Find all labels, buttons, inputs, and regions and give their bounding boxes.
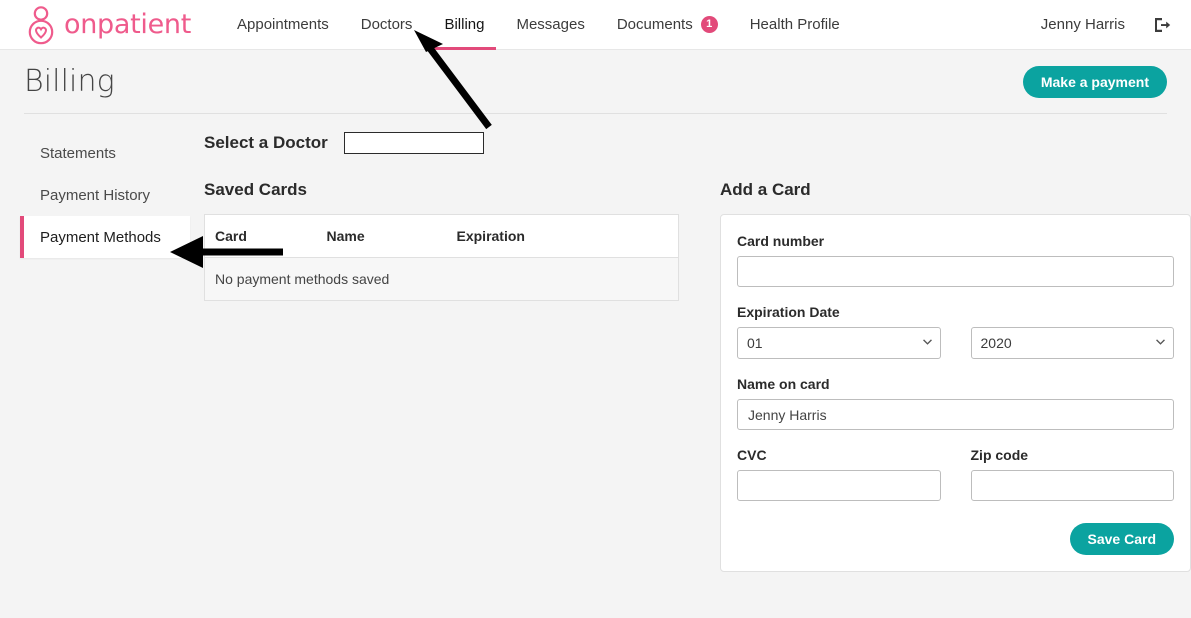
nav-item-appointments[interactable]: Appointments bbox=[221, 0, 345, 50]
table-row-empty: No payment methods saved bbox=[204, 257, 679, 301]
select-doctor-row: Select a Doctor bbox=[204, 132, 1191, 154]
saved-cards-title: Saved Cards bbox=[204, 180, 307, 199]
top-navbar: onpatient Appointments Doctors Billing M… bbox=[0, 0, 1191, 50]
column-header-expiration: Expiration bbox=[446, 214, 679, 258]
nav-item-billing[interactable]: Billing bbox=[428, 0, 500, 50]
sidebar-item-label: Payment Methods bbox=[40, 228, 161, 246]
nav-links: Appointments Doctors Billing Messages Do… bbox=[221, 0, 856, 50]
nav-item-documents[interactable]: Documents 1 bbox=[601, 0, 734, 50]
empty-state-message: No payment methods saved bbox=[204, 257, 679, 301]
expiration-date-label: Expiration Date bbox=[737, 304, 840, 320]
name-on-card-input[interactable] bbox=[737, 399, 1174, 430]
zip-code-label: Zip code bbox=[970, 447, 1029, 463]
zip-field-group: Zip code bbox=[970, 447, 1174, 501]
table-header-row: Card Name Expiration bbox=[204, 214, 679, 258]
sidebar-item-label: Statements bbox=[40, 144, 116, 162]
nav-label: Doctors bbox=[360, 16, 413, 33]
nav-label: Documents bbox=[616, 16, 693, 33]
user-name[interactable]: Jenny Harris bbox=[1041, 16, 1125, 33]
name-on-card-field-group: Name on card bbox=[737, 376, 1174, 430]
expiration-month-select[interactable]: 010203040506070809101112 bbox=[737, 327, 941, 359]
billing-columns: Saved Cards Card Name Expiration No paym… bbox=[204, 180, 1191, 572]
content-area: Statements Payment History Payment Metho… bbox=[0, 114, 1191, 572]
cvc-label: CVC bbox=[737, 447, 767, 463]
nav-label: Billing bbox=[444, 16, 485, 33]
sidebar-item-label: Payment History bbox=[40, 186, 151, 204]
expiration-field-group: Expiration Date 010203040506070809101112… bbox=[737, 304, 1174, 359]
save-card-button[interactable]: Save Card bbox=[1069, 523, 1174, 555]
sidebar-item-payment-history[interactable]: Payment History bbox=[20, 174, 190, 216]
add-card-title: Add a Card bbox=[720, 180, 811, 199]
select-doctor-label: Select a Doctor bbox=[204, 133, 328, 152]
saved-cards-column: Saved Cards Card Name Expiration No paym… bbox=[204, 180, 694, 572]
card-number-field-group: Card number bbox=[737, 233, 1174, 287]
billing-sidebar: Statements Payment History Payment Metho… bbox=[0, 132, 190, 572]
cvc-field-group: CVC bbox=[737, 447, 941, 501]
sidebar-item-payment-methods[interactable]: Payment Methods bbox=[20, 216, 190, 258]
make-payment-button[interactable]: Make a payment bbox=[1022, 65, 1167, 98]
zip-code-input[interactable] bbox=[970, 470, 1174, 501]
expiration-year-wrap: 2020202120222023202420252026202720282029… bbox=[970, 327, 1174, 359]
sidebar-item-statements[interactable]: Statements bbox=[20, 132, 190, 174]
expiration-year-select[interactable]: 2020202120222023202420252026202720282029… bbox=[970, 327, 1174, 359]
person-heart-logo-icon bbox=[28, 5, 54, 44]
cvc-input[interactable] bbox=[737, 470, 941, 501]
brand-logo[interactable]: onpatient bbox=[22, 0, 191, 50]
card-number-label: Card number bbox=[737, 233, 825, 249]
page-header: Billing Make a payment bbox=[24, 50, 1167, 114]
save-card-row: Save Card bbox=[737, 523, 1174, 555]
nav-item-messages[interactable]: Messages bbox=[500, 0, 600, 50]
billing-main: Select a Doctor Saved Cards Card Name Ex… bbox=[190, 132, 1191, 572]
column-header-name: Name bbox=[316, 214, 447, 258]
documents-badge: 1 bbox=[700, 16, 718, 33]
add-card-panel: Card number Expiration Date 010203040506… bbox=[720, 214, 1191, 572]
page-title: Billing bbox=[24, 64, 115, 99]
column-header-card: Card bbox=[204, 214, 317, 258]
brand-name: onpatient bbox=[64, 9, 192, 40]
nav-label: Health Profile bbox=[749, 16, 840, 33]
nav-label: Appointments bbox=[237, 16, 329, 33]
sign-out-icon[interactable] bbox=[1153, 16, 1171, 34]
nav-right: Jenny Harris bbox=[1041, 0, 1171, 50]
name-on-card-label: Name on card bbox=[737, 376, 830, 392]
add-card-column: Add a Card Card number Expiration Date 0… bbox=[694, 180, 1191, 572]
nav-item-doctors[interactable]: Doctors bbox=[345, 0, 429, 50]
saved-cards-table: Card Name Expiration No payment methods … bbox=[204, 214, 679, 301]
expiration-month-wrap: 010203040506070809101112 bbox=[737, 327, 941, 359]
select-doctor-input[interactable] bbox=[343, 132, 484, 154]
card-number-input[interactable] bbox=[737, 256, 1174, 287]
cvc-zip-row: CVC Zip code bbox=[737, 447, 1174, 501]
nav-item-health-profile[interactable]: Health Profile bbox=[734, 0, 856, 50]
nav-label: Messages bbox=[516, 16, 585, 33]
